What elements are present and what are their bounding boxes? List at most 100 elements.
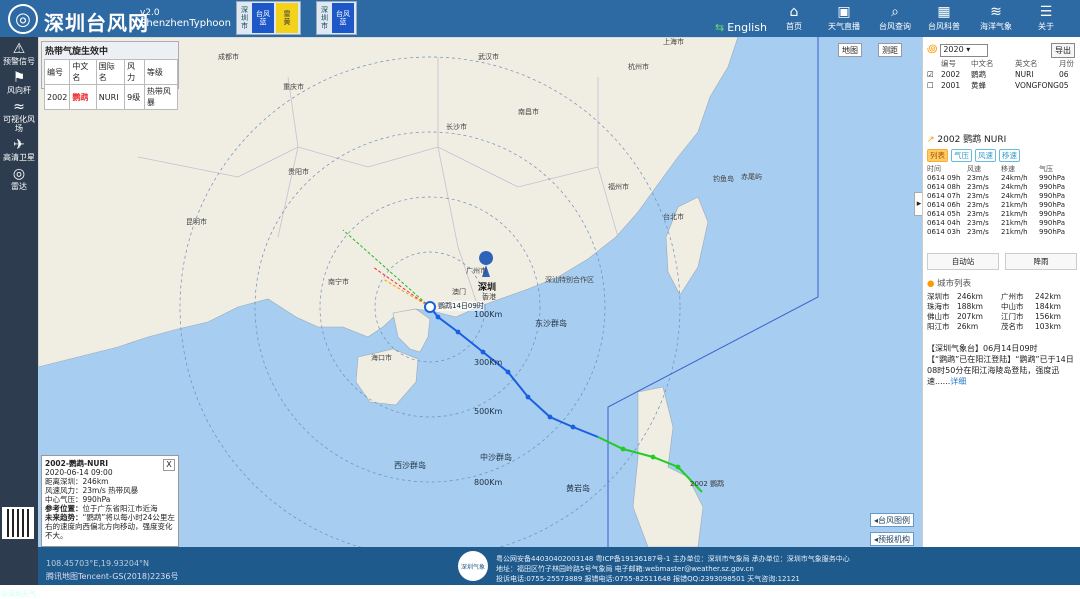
agency-button[interactable]: ◂预报机构 [870,532,915,546]
city-cell: 阳江市 [927,322,950,331]
qr-code [2,507,34,539]
typhoon-position-label[interactable]: 鹦鹉14日09时 [438,301,484,311]
table-row[interactable]: 0614 07h 23m/s 24km/h 990hPa [927,192,1077,201]
typhoon-map[interactable]: 热带气旋生效中 编号 中文名 国际名 风力 等级 2002 鹦鹉 NURI 9级… [38,37,922,547]
city-cell: 江门市 [1001,312,1024,321]
nav-query[interactable]: ⌕ 台风查询 [871,3,919,32]
table-row[interactable]: 0614 09h 23m/s 24km/h 990hPa [927,174,1077,183]
typhoon-list: 编号 中文名 英文名 月份 ☑ 2002 鹦鹉 NURI 06 ☐ 2001 黄… [923,58,1080,91]
export-button[interactable]: 导出 [1051,43,1075,58]
track-points [435,314,576,430]
cursor-coordinate: 108.45703°E,19.93204°N [46,559,150,568]
table-cell: 990hPa [1039,210,1065,218]
footer: 108.45703°E,19.93204°N 腾讯地图Tencent-GS(20… [38,547,1080,585]
typhoon-blue-warning-icon[interactable]: 台风 蓝 [252,3,274,33]
tool-radar[interactable]: ◎ 雷达 [0,166,38,191]
col-header: 月份 [1059,59,1074,68]
left-toolbar: ⚠ 预警信号 ⚑ 风向杆 ≈ 可视化风场 ✈ 高清卫星 ◎ 雷达 @深圳天气 [0,37,38,598]
table-cell: 21km/h [1001,201,1028,209]
info-position-value: 位于广东省阳江市近海 [82,504,158,513]
map-label: 上海市 [663,38,684,46]
table-cell: 23m/s [967,228,989,236]
city-row[interactable]: 阳江市 26km 茂名市 103km [927,322,1077,332]
language-switch[interactable]: ⇆ English [715,21,767,34]
news-more-link[interactable]: 详细 [950,377,966,386]
info-distance: 距离深圳：246km [45,477,109,486]
location-icon: ● [927,279,935,289]
city-cell: 26km [957,322,979,331]
nav-live[interactable]: ▣ 天气直播 [820,3,868,32]
map-label: 海口市 [371,354,392,362]
city-list-title: ● 城市列表 [923,277,1080,289]
map-label: 台北市 [663,213,684,221]
warning-signal-shenzhen[interactable]: 深圳市 台风 蓝 雷 黄 [236,1,301,35]
nav-home[interactable]: ⌂ 首页 [770,3,818,32]
info-trend-label: 未来趋势： [45,513,83,522]
qr-label: @深圳天气 [1,590,36,598]
close-icon[interactable]: X [163,459,175,471]
table-row[interactable]: 0614 08h 23m/s 24km/h 990hPa [927,183,1077,192]
menu-icon: ☰ [1039,4,1053,20]
table-row[interactable]: 0614 05h 23m/s 21km/h 990hPa [927,210,1077,219]
table-cell: 990hPa [1039,183,1065,191]
auto-station-button[interactable]: 自动站 [927,253,999,270]
detail-title-text: 2002 鹦鹉 NURI [937,135,1007,145]
checkbox[interactable]: ☐ [927,80,941,91]
list-item[interactable]: ☐ 2001 黄蜂 VONGFONG 05 [927,80,1077,91]
tool-wind-field[interactable]: ≈ 可视化风场 [0,99,38,133]
tool-wind-barb[interactable]: ⚑ 风向杆 [0,70,38,95]
collapse-panel-button[interactable]: ▸ [914,192,922,216]
table-cell: 23m/s [967,192,989,200]
checkbox-checked[interactable]: ☑ [927,69,941,80]
tab-speed[interactable]: 移速 [999,149,1020,162]
table-cell: 0614 04h [927,219,961,227]
cell: 9级 [124,84,145,110]
table-row[interactable]: 0614 06h 23m/s 21km/h 990hPa [927,201,1077,210]
map-label: 贵阳市 [288,168,309,176]
nav-marine[interactable]: ≋ 海洋气象 [972,3,1020,32]
tab-wind[interactable]: 风速 [975,149,996,162]
city-row[interactable]: 深圳市 246km 广州市 242km [927,292,1077,302]
year-select[interactable]: 2020 ▾ [940,44,989,57]
tool-satellite[interactable]: ✈ 高清卫星 [0,137,38,162]
tool-warning[interactable]: ⚠ 预警信号 [0,41,38,66]
rainfall-button[interactable]: 降雨 [1005,253,1077,270]
radar-icon: ◎ [12,166,26,182]
city-cell: 246km [957,292,983,301]
detail-title: ↗ 2002 鹦鹉 NURI [923,132,1080,145]
cell: 鹦鹉 [69,84,97,110]
tab-list[interactable]: 列表 [927,149,948,162]
table-cell: 23m/s [967,201,989,209]
list-item[interactable]: ☑ 2002 鹦鹉 NURI 06 [927,69,1077,80]
measure-button[interactable]: 测距 [878,43,902,57]
header-cell: 风力 [124,59,145,85]
nav-label: 天气直播 [828,22,860,31]
lightning-yellow-warning-icon[interactable]: 雷 黄 [276,3,298,33]
typhoon-blue-warning-icon[interactable]: 台风 蓝 [332,3,354,33]
table-cell: 24km/h [1001,192,1028,200]
tab-pressure[interactable]: 气压 [951,149,972,162]
year-selector-row: ꩜ 2020 ▾ 导出 [923,40,1080,58]
map-layer-button[interactable]: 地图 [838,43,862,57]
warning-signal-district[interactable]: 深圳市 台风 蓝 [316,1,357,35]
info-trend: 未来趋势：“鹦鹉”将以每小时24公里左右的速度向西偏北方向移动，强度变化不大。 [45,513,175,540]
map-label: 南宁市 [328,278,349,286]
table-row[interactable]: 2002 鹦鹉 NURI 9级 热带风暴 [43,84,179,110]
table-row[interactable]: 0614 03h 23m/s 21km/h 990hPa [927,228,1077,237]
table-cell: 23m/s [967,210,989,218]
cell: 热带风暴 [143,84,179,110]
city-list: 深圳市 246km 广州市 242km 珠海市 188km 中山市 184km 佛山市 207km… [923,292,1080,332]
site-title[interactable]: 深圳台风网 [44,7,149,36]
nav-science[interactable]: ▦ 台风科普 [920,3,968,32]
table-row[interactable]: 0614 04h 23m/s 21km/h 990hPa [927,219,1077,228]
legend-button[interactable]: ◂台风图例 [870,513,915,527]
logo-icon[interactable]: ◎ [8,4,38,34]
map-copyright: 腾讯地图Tencent-GS(2018)2236号 [46,572,179,581]
info-pressure: 中心气压：990hPa [45,495,111,504]
nav-about[interactable]: ☰ 关于 [1022,3,1070,32]
city-row[interactable]: 珠海市 188km 中山市 184km [927,302,1077,312]
table-cell: 23m/s [967,183,989,191]
map-label: 成都市 [218,53,239,61]
city-row[interactable]: 佛山市 207km 江门市 156km [927,312,1077,322]
warning-level: 蓝 [259,18,267,26]
